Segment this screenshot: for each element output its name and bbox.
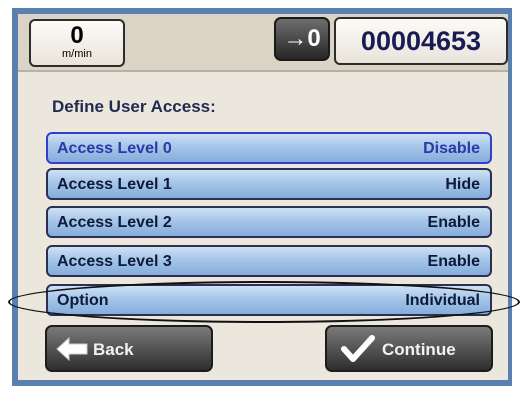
reset-counter-button[interactable]: →0 bbox=[274, 17, 330, 61]
continue-button[interactable]: Continue bbox=[325, 325, 493, 372]
speed-unit: m/min bbox=[62, 48, 92, 60]
speed-display: 0 m/min bbox=[29, 19, 125, 67]
access-level-1-row[interactable]: Access Level 1 Hide bbox=[46, 168, 492, 200]
row-value: Hide bbox=[445, 176, 480, 193]
access-level-0-row[interactable]: Access Level 0 Disable bbox=[46, 132, 492, 164]
row-label: Access Level 3 bbox=[57, 253, 172, 270]
speed-value: 0 bbox=[70, 22, 84, 49]
back-button[interactable]: Back bbox=[45, 325, 213, 372]
row-label: Option bbox=[57, 292, 109, 309]
row-value: Individual bbox=[405, 292, 480, 309]
row-label: Access Level 0 bbox=[57, 140, 172, 157]
row-label: Access Level 1 bbox=[57, 176, 172, 193]
continue-label: Continue bbox=[382, 340, 456, 359]
row-label: Access Level 2 bbox=[57, 214, 172, 231]
page-title: Define User Access: bbox=[52, 97, 216, 116]
access-level-2-row[interactable]: Access Level 2 Enable bbox=[46, 206, 492, 238]
access-level-3-row[interactable]: Access Level 3 Enable bbox=[46, 245, 492, 277]
back-label: Back bbox=[93, 340, 134, 359]
row-value: Enable bbox=[427, 214, 480, 231]
option-row[interactable]: Option Individual bbox=[46, 284, 492, 316]
arrow-left-icon bbox=[55, 336, 89, 366]
counter-display: 00004653 bbox=[334, 17, 508, 65]
checkmark-icon bbox=[341, 335, 375, 368]
row-value: Enable bbox=[427, 253, 480, 270]
row-value: Disable bbox=[423, 140, 480, 157]
